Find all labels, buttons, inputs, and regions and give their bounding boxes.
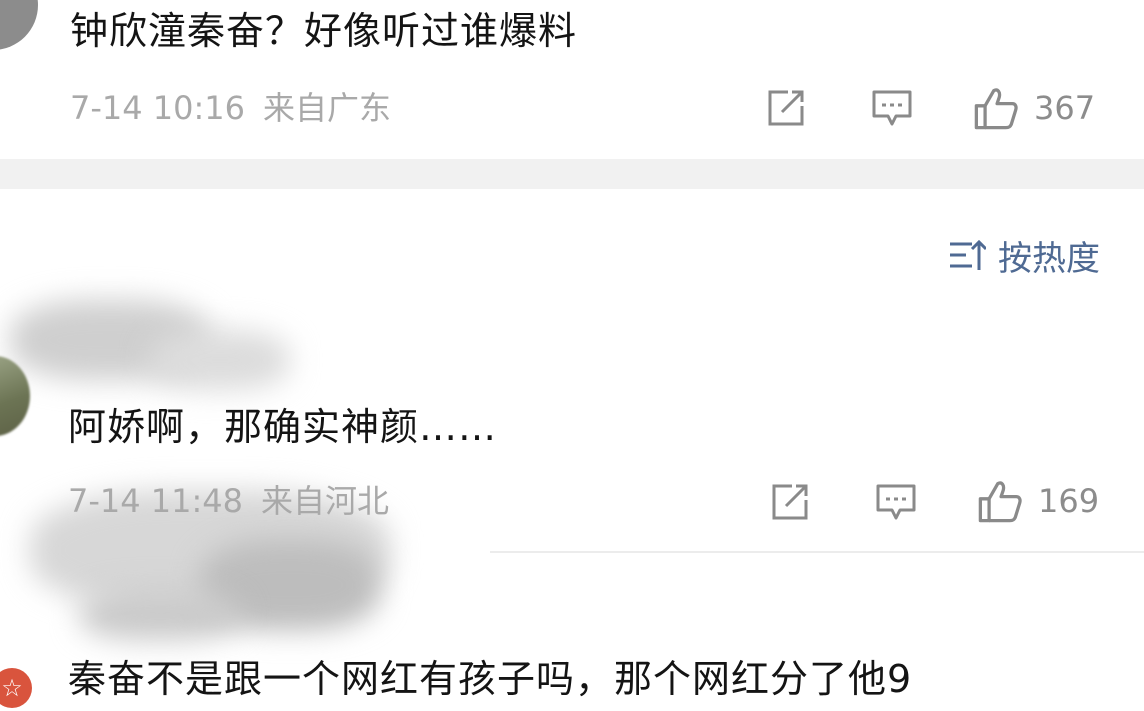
like-button[interactable]: 169 <box>976 477 1099 525</box>
comment-icon <box>872 90 912 126</box>
comment-text: 钟欣潼秦奋？好像听过谁爆料 <box>70 9 578 53</box>
thumbs-up-icon <box>974 88 1018 130</box>
comment-text: 秦奋不是跟一个网红有孩子吗，那个网红分了他9 <box>68 657 913 701</box>
comment-location: 来自广东 <box>263 89 392 127</box>
share-icon <box>768 90 804 126</box>
thumbs-up-icon <box>978 481 1022 523</box>
like-count: 367 <box>1034 89 1096 127</box>
comment-icon <box>876 484 916 520</box>
comment-location: 来自河北 <box>261 482 390 520</box>
sort-label: 按热度 <box>998 238 1100 279</box>
avatar[interactable] <box>0 0 38 50</box>
comment-time: 7-14 11:48 <box>68 482 244 520</box>
comment-time: 7-14 10:16 <box>70 89 246 127</box>
divider <box>490 551 1144 553</box>
star-icon: ☆ <box>0 668 32 708</box>
sort-icon <box>950 239 986 270</box>
section-separator <box>0 159 1144 189</box>
like-count: 169 <box>1038 482 1100 520</box>
comment-button[interactable] <box>870 86 914 130</box>
avatar[interactable] <box>0 356 30 436</box>
comment-text: 阿娇啊，那确实神颜…… <box>68 405 498 449</box>
comment-meta: 7-14 11:48 来自河北 <box>68 481 389 521</box>
comment-meta: 7-14 10:16 来自广东 <box>70 88 391 128</box>
share-icon <box>772 484 808 520</box>
sort-by-hot-button[interactable]: 按热度 <box>948 232 1100 279</box>
share-button[interactable] <box>764 86 808 130</box>
like-button[interactable]: 367 <box>972 84 1095 132</box>
share-button[interactable] <box>768 480 812 524</box>
comment-button[interactable] <box>874 480 918 524</box>
